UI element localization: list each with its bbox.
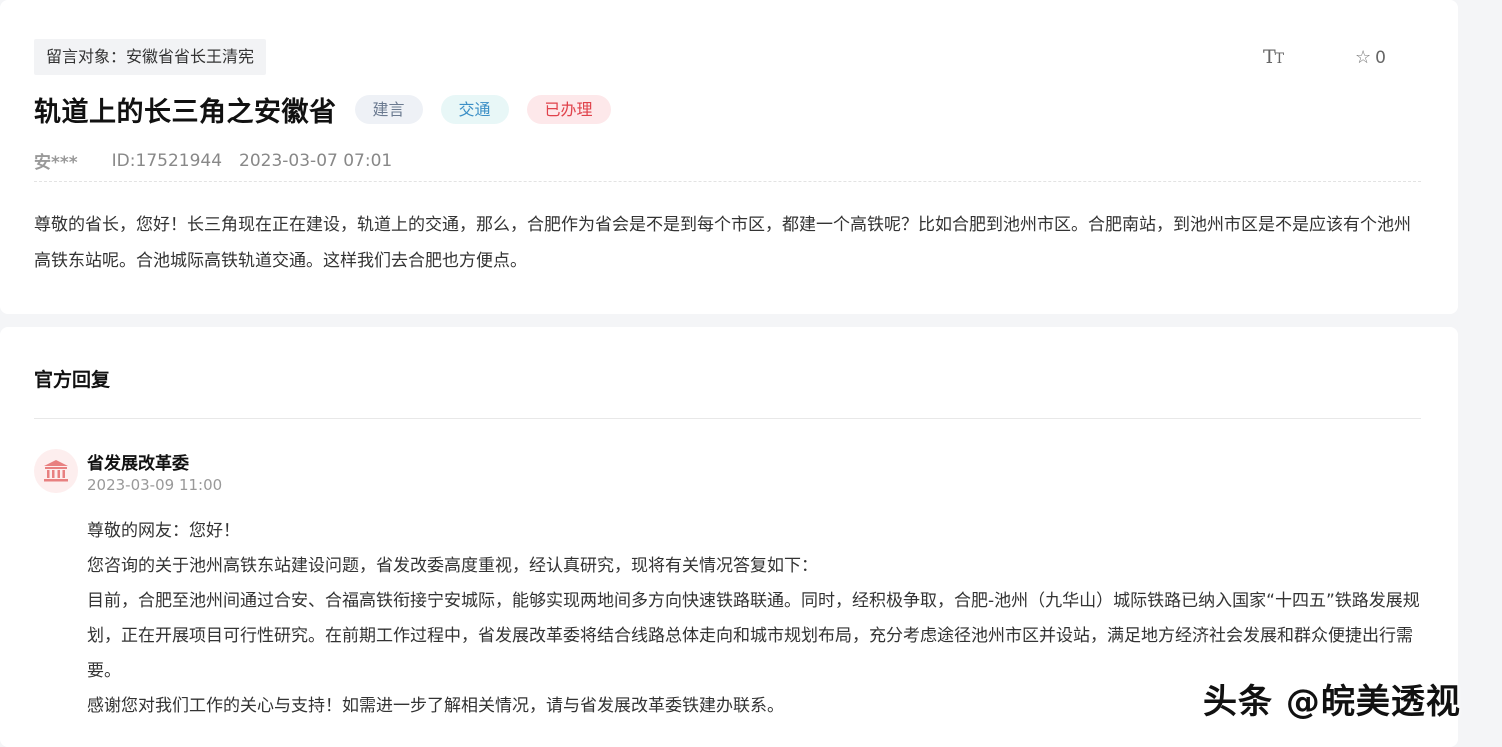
- message-card: 留言对象：安徽省省长王清宪 TT ☆ 0 轨道上的长三角之安徽省 建言 交通 已…: [0, 0, 1458, 314]
- title-row: 轨道上的长三角之安徽省 建言 交通 已办理: [34, 90, 611, 129]
- reply-department: 省发展改革委: [87, 454, 189, 474]
- reply-heading: 官方回复: [34, 369, 111, 391]
- post-meta: 安*** ID:17521944 2023-03-07 07:01: [34, 148, 393, 174]
- badge-suggestion: 建言: [354, 95, 423, 124]
- reply-datetime: 2023-03-09 11:00: [87, 476, 223, 494]
- message-content: 尊敬的省长，您好！长三角现在正在建设，轨道上的交通，那么，合肥作为省会是不是到每…: [34, 215, 1411, 271]
- star-icon: ☆: [1355, 47, 1372, 68]
- reply-paragraph: 尊敬的网友：您好！: [87, 521, 240, 541]
- divider: [34, 181, 1421, 182]
- author-name: 安***: [34, 153, 78, 173]
- page-title: 轨道上的长三角之安徽省: [34, 97, 337, 128]
- post-id: ID:17521944: [111, 150, 223, 171]
- post-datetime: 2023-03-07 07:01: [239, 150, 393, 171]
- badge-status-done: 已办理: [526, 95, 611, 124]
- badge-traffic: 交通: [440, 95, 509, 124]
- message-target-tag: 留言对象：安徽省省长王清宪: [34, 39, 267, 75]
- favorite-button[interactable]: ☆ 0: [1355, 47, 1386, 68]
- reply-paragraph: 您咨询的关于池州高铁东站建设问题，省发改委高度重视，经认真研究，现将有关情况答复…: [87, 556, 818, 576]
- favorite-count: 0: [1375, 47, 1386, 68]
- watermark: 头条 @皖美透视: [1203, 682, 1461, 722]
- divider: [34, 418, 1421, 419]
- font-size-icon[interactable]: TT: [1263, 46, 1284, 68]
- government-building-icon: [44, 460, 68, 482]
- avatar: [34, 449, 78, 493]
